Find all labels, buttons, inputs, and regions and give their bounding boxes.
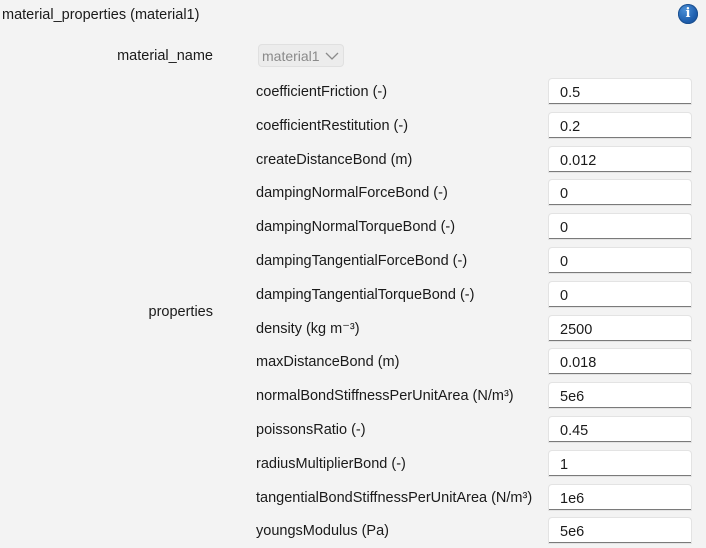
info-glyph: i — [685, 6, 691, 21]
property-name: maxDistanceBond (m) — [256, 354, 400, 370]
property-value-input[interactable] — [549, 113, 691, 138]
property-value-input[interactable] — [549, 349, 691, 374]
property-value-input[interactable] — [549, 518, 691, 543]
property-name: coefficientRestitution (-) — [256, 118, 409, 134]
property-name: youngsModulus (Pa) — [256, 523, 389, 539]
material-name-select[interactable]: material1 — [258, 44, 344, 67]
property-name: dampingNormalTorqueBond (-) — [256, 219, 456, 235]
property-name: density (kg m⁻³) — [256, 321, 360, 337]
property-value-input[interactable] — [549, 214, 691, 239]
property-value-input[interactable] — [549, 383, 691, 408]
property-value-input[interactable] — [549, 248, 691, 273]
material-name-label: material_name — [117, 48, 213, 64]
property-name: radiusMultiplierBond (-) — [256, 456, 406, 472]
panel-header: material_properties (material1) i — [0, 0, 706, 32]
property-name: poissonsRatio (-) — [256, 422, 366, 438]
property-row: youngsModulus (Pa) — [250, 518, 700, 548]
property-name: dampingNormalForceBond (-) — [256, 185, 448, 201]
property-row: density (kg m⁻³) — [250, 316, 700, 346]
property-value-input[interactable] — [549, 316, 691, 341]
chevron-down-icon — [325, 52, 339, 60]
property-name: dampingTangentialTorqueBond (-) — [256, 287, 475, 303]
property-row: dampingTangentialForceBond (-) — [250, 248, 700, 278]
material-name-value: material1 — [262, 48, 320, 64]
info-icon[interactable]: i — [678, 4, 698, 24]
property-row: poissonsRatio (-) — [250, 417, 700, 447]
panel-title: material_properties (material1) — [2, 7, 200, 23]
property-row: createDistanceBond (m) — [250, 147, 700, 177]
property-value-input[interactable] — [549, 79, 691, 104]
property-value-input[interactable] — [549, 282, 691, 307]
property-value-input[interactable] — [549, 147, 691, 172]
property-row: tangentialBondStiffnessPerUnitArea (N/m³… — [250, 485, 700, 515]
property-name: dampingTangentialForceBond (-) — [256, 253, 468, 269]
property-row: dampingNormalTorqueBond (-) — [250, 214, 700, 244]
property-row: dampingTangentialTorqueBond (-) — [250, 282, 700, 312]
property-value-input[interactable] — [549, 451, 691, 476]
property-name: coefficientFriction (-) — [256, 84, 388, 100]
property-row: dampingNormalForceBond (-) — [250, 180, 700, 210]
property-row: normalBondStiffnessPerUnitArea (N/m³) — [250, 383, 700, 413]
property-row: maxDistanceBond (m) — [250, 349, 700, 379]
property-name: normalBondStiffnessPerUnitArea (N/m³) — [256, 388, 514, 404]
property-row: coefficientRestitution (-) — [250, 113, 700, 143]
property-row: coefficientFriction (-) — [250, 79, 700, 109]
property-value-input[interactable] — [549, 180, 691, 205]
properties-label: properties — [148, 304, 213, 320]
property-name: tangentialBondStiffnessPerUnitArea (N/m³… — [256, 490, 533, 506]
property-name: createDistanceBond (m) — [256, 152, 413, 168]
property-row: radiusMultiplierBond (-) — [250, 451, 700, 481]
property-value-input[interactable] — [549, 417, 691, 442]
property-value-input[interactable] — [549, 485, 691, 510]
